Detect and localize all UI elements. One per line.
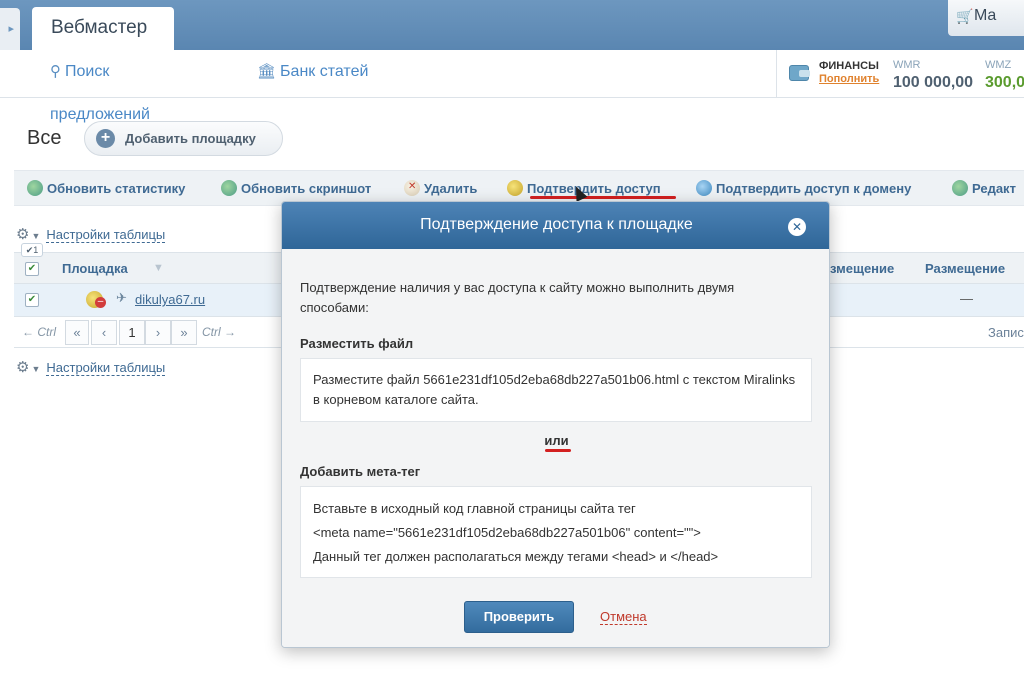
close-icon[interactable]: ✕ [788,218,806,236]
filter-icon[interactable]: ▼ [153,262,164,274]
confirm-domain-label: Подтвердить доступ к домену [716,181,912,196]
dialog-body: Подтверждение наличия у вас доступа к са… [282,249,829,647]
highlight-underline [530,196,676,199]
meta-line-3: Данный тег должен располагаться между те… [313,549,719,564]
last-page-button[interactable]: » [171,320,197,345]
chevron-right-icon: ▸ [8,23,14,35]
table-settings-top[interactable]: ⚙ ▼ Настройки таблицы [16,225,166,243]
col-placement-1[interactable]: змещение [830,261,894,276]
top-tab-left[interactable]: ▸ [0,8,20,50]
topup-link[interactable]: Пополнить [819,73,879,85]
file-section-title: Разместить файл [300,336,414,351]
placement-value: — [960,291,973,306]
page-title: Все [27,127,62,149]
edit-label: Редакт [972,181,1016,196]
caret-down-icon: ▼ [31,364,41,374]
key-icon [507,180,523,196]
nav-search[interactable]: ⚲ Поиск [50,62,109,81]
site-link[interactable]: dikulya67.ru [135,292,205,307]
meta-section-title: Добавить мета-тег [300,464,421,479]
nav-articles-label: Банк статей [280,63,369,80]
prev-page-button[interactable]: ‹ [91,320,117,345]
confirm-access-dialog: Подтверждение доступа к площадке ✕ Подтв… [281,201,830,648]
file-instructions-text: Разместите файл 5661e231df105d2eba68db22… [313,372,796,407]
finance-panel: ФИНАНСЫ Пополнить WMR 100 000,00 WMZ 300… [776,50,1024,98]
add-site-button[interactable]: + Добавить площадку [84,121,283,156]
wmz-label: WMZ [985,59,1012,71]
table-settings-label: Настройки таблицы [46,360,166,376]
gear-icon: ⚙ [16,359,30,376]
wmr-value: 100 000,00 [893,74,974,91]
or-underline [545,449,571,452]
cart-button[interactable]: 🛒 Ma [948,0,1024,36]
update-stats-button[interactable]: Обновить статистику [27,180,185,196]
or-separator: или [544,433,569,448]
status-icon [86,291,106,308]
table-settings-bottom[interactable]: ⚙ ▼ Настройки таблицы [16,358,166,376]
globe-icon [696,180,712,196]
refresh-icon [221,180,237,196]
refresh-icon [27,180,43,196]
update-stats-label: Обновить статистику [47,181,186,196]
delete-icon [404,180,420,196]
add-site-label: Добавить площадку [125,131,256,146]
search-icon: ⚲ [50,63,61,80]
confirm-domain-button[interactable]: Подтвердить доступ к домену [696,180,911,196]
delete-button[interactable]: Удалить [404,180,477,196]
prev-ctrl-hint: ← Ctrl [22,325,56,339]
table-settings-label: Настройки таблицы [46,227,166,243]
confirm-access-label: Подтвердить доступ [527,181,661,196]
plus-icon: + [96,129,115,148]
dialog-header: Подтверждение доступа к площадке ✕ [282,202,829,249]
selected-count-badge: ✔1 [21,243,43,257]
edit-button[interactable]: Редакт [952,180,1016,196]
dialog-intro: Подтверждение наличия у вас доступа к са… [300,280,735,315]
update-screenshot-button[interactable]: Обновить скриншот [221,180,371,196]
meta-line-1: Вставьте в исходный код главной страницы… [313,501,636,516]
page-1-button[interactable]: 1 [119,320,145,345]
records-label: Запис [988,325,1024,340]
col-site[interactable]: Площадка [62,261,128,276]
top-bar: ▸ Вебмастер 🛒 Ma [0,0,1024,50]
wallet-icon [789,65,810,81]
edit-icon [952,180,968,196]
tab-webmaster[interactable]: Вебмастер [32,7,174,50]
meta-instructions: Вставьте в исходный код главной страницы… [300,486,812,578]
nav-articles[interactable]: 🏛 Банк статей [257,62,368,81]
select-all-checkbox[interactable]: ✔ [25,262,39,276]
next-page-button[interactable]: › [145,320,171,345]
cart-label: Ma [974,7,997,24]
next-ctrl-hint: Ctrl → [202,325,236,339]
col-placement-2[interactable]: Размещение [925,261,1005,276]
finance-title: ФИНАНСЫ [819,60,879,72]
caret-down-icon: ▼ [31,231,41,241]
bank-icon: 🏛 [257,63,277,80]
meta-line-2[interactable]: <meta name="5661e231df105d2eba68db227a50… [313,521,799,545]
plane-icon: ✈ [116,290,127,305]
file-instructions: Разместите файл 5661e231df105d2eba68db22… [300,358,812,422]
wmz-value: 300,0 [985,74,1024,91]
cancel-button[interactable]: Отмена [600,609,647,625]
nav-search-label: Поиск [65,63,110,80]
first-page-button[interactable]: « [65,320,89,345]
cart-icon: 🛒 [956,8,974,24]
check-button[interactable]: Проверить [464,601,574,633]
wmr-label: WMR [893,59,921,71]
dialog-title: Подтверждение доступа к площадке [420,216,693,233]
row-checkbox[interactable]: ✔ [25,293,39,307]
gear-icon: ⚙ [16,226,30,243]
delete-label: Удалить [424,181,478,196]
update-screenshot-label: Обновить скриншот [241,181,372,196]
